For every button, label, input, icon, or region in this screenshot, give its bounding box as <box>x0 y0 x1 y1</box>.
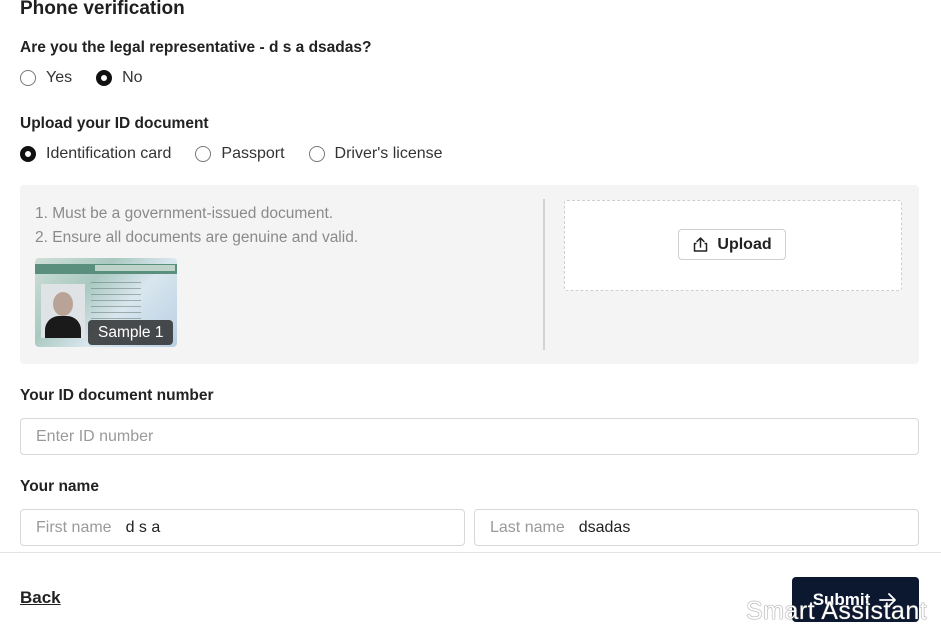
radio-passport-label: Passport <box>221 145 285 162</box>
page-title: Phone verification <box>20 0 185 19</box>
card-photo-head <box>53 292 73 316</box>
id-document-question: Upload your ID document <box>20 115 209 132</box>
upload-dropzone[interactable]: Upload <box>564 200 902 291</box>
upload-button[interactable]: Upload <box>678 229 786 260</box>
first-name-value: d s a <box>125 518 161 536</box>
radio-yes-label: Yes <box>46 69 73 86</box>
radio-yes[interactable]: Yes <box>20 69 72 87</box>
watermark-text: Smart Assistant <box>746 597 928 625</box>
radio-selected-icon <box>96 70 113 86</box>
radio-circle-icon <box>20 70 36 86</box>
radio-circle-icon <box>308 146 325 162</box>
document-rules: 1. Must be a government-issued document.… <box>35 202 358 250</box>
card-text-lines <box>91 282 141 322</box>
card-photo-body <box>45 316 81 338</box>
id-type-radio-group: Identification card Passport Driver's li… <box>20 145 467 163</box>
name-label: Your name <box>20 478 99 495</box>
radio-drivers-license-label: Driver's license <box>334 145 443 162</box>
radio-drivers-license[interactable]: Driver's license <box>308 145 443 163</box>
rule-1: 1. Must be a government-issued document. <box>35 205 334 222</box>
upload-panel: 1. Must be a government-issued document.… <box>20 185 919 364</box>
last-name-placeholder: Last name <box>490 518 565 536</box>
back-link[interactable]: Back <box>20 588 61 608</box>
radio-identification-card-label: Identification card <box>46 145 172 162</box>
footer-divider <box>0 552 941 553</box>
radio-no[interactable]: No <box>96 69 143 87</box>
radio-passport[interactable]: Passport <box>195 145 285 163</box>
radio-circle-icon <box>195 146 212 162</box>
sample-label: Sample 1 <box>88 320 174 345</box>
id-number-label: Your ID document number <box>20 387 214 404</box>
upload-button-label: Upload <box>717 235 772 253</box>
id-number-placeholder: Enter ID number <box>36 427 154 445</box>
legal-rep-question: Are you the legal representative - d s a… <box>20 39 372 56</box>
first-name-input[interactable]: First name d s a <box>20 509 465 546</box>
last-name-input[interactable]: Last name dsadas <box>474 509 919 546</box>
upload-icon <box>694 237 708 252</box>
radio-selected-icon <box>20 146 36 162</box>
radio-no-label: No <box>122 69 143 86</box>
last-name-value: dsadas <box>578 518 631 536</box>
sample-id-card-image[interactable]: Sample 1 <box>35 258 177 347</box>
legal-rep-radio-group: Yes No <box>20 69 167 87</box>
first-name-placeholder: First name <box>36 518 112 536</box>
panel-divider <box>543 199 545 350</box>
id-number-input[interactable]: Enter ID number <box>20 418 919 455</box>
rule-2: 2. Ensure all documents are genuine and … <box>35 229 359 246</box>
card-header-text <box>95 265 175 271</box>
radio-identification-card[interactable]: Identification card <box>20 145 171 163</box>
